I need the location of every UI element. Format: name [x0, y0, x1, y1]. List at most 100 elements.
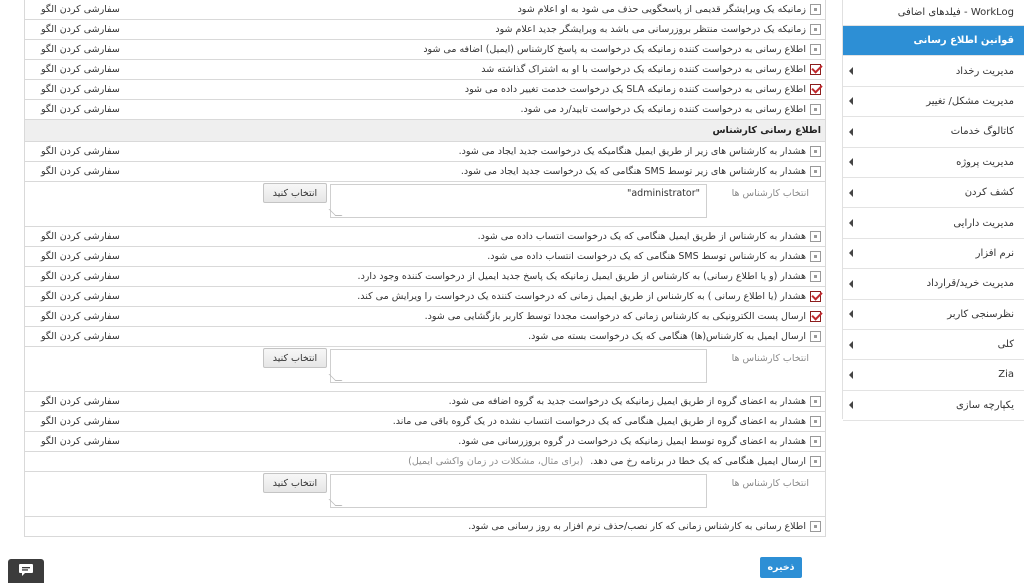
- notification-row: ارسال پست الکترونیکی به کارشناس زمانی که…: [24, 307, 826, 327]
- sidebar-item-label: نظرسنجی کاربر: [947, 308, 1014, 320]
- sidebar-item[interactable]: مدیریت دارایی: [843, 208, 1024, 239]
- checkbox[interactable]: [810, 311, 821, 322]
- checkbox[interactable]: [810, 521, 821, 532]
- sidebar-item-label: مدیریت دارایی: [953, 217, 1014, 229]
- chevron-left-icon: [849, 279, 853, 288]
- chat-button[interactable]: [8, 559, 44, 583]
- checkbox[interactable]: [810, 44, 821, 55]
- resize-grip-icon[interactable]: [328, 209, 343, 216]
- checkbox[interactable]: [810, 436, 821, 447]
- checkbox[interactable]: [810, 231, 821, 242]
- sidebar-item[interactable]: مدیریت رخداد: [843, 56, 1024, 87]
- select-technicians-button[interactable]: انتخاب کنید: [263, 348, 327, 368]
- chevron-left-icon: [849, 127, 853, 136]
- notification-row: اطلاع رسانی به درخواست کننده زمانیکه یک …: [24, 60, 826, 80]
- sidebar-item-label: یکپارچه سازی: [955, 399, 1014, 411]
- technicians-textarea[interactable]: [328, 349, 707, 383]
- notification-row: زمانیکه یک درخواست منتظر بروزرسانی می با…: [24, 20, 826, 40]
- sidebar-item-label: کشف کردن: [964, 187, 1014, 199]
- sidebar-item[interactable]: قوانین اطلاع رسانی: [843, 26, 1024, 57]
- settings-sidebar: WorkLog - فیلدهای اضافی قوانین اطلاع رسا…: [842, 0, 1024, 422]
- sidebar-item-worklog[interactable]: WorkLog - فیلدهای اضافی: [843, 0, 1024, 26]
- notification-label: زمانیکه یک درخواست منتظر بروزرسانی می با…: [495, 24, 806, 35]
- customize-template-link[interactable]: سفارشی کردن الگو: [41, 436, 120, 447]
- customize-template-link[interactable]: سفارشی کردن الگو: [41, 416, 120, 427]
- picker-label: انتخاب کارشناس ها: [731, 478, 809, 489]
- notification-row: هشدار به اعضای گروه از طریق ایمیل زمانیک…: [24, 392, 826, 412]
- notification-label: اطلاع رسانی به درخواست کننده زمانیکه SLA…: [464, 84, 806, 95]
- save-button[interactable]: ذخیره: [760, 557, 802, 578]
- resize-grip-icon[interactable]: [328, 374, 343, 381]
- checkbox[interactable]: [810, 251, 821, 262]
- checkbox[interactable]: [810, 24, 821, 35]
- resize-grip-icon[interactable]: [328, 499, 343, 506]
- checkbox[interactable]: [810, 146, 821, 157]
- checkbox[interactable]: [810, 104, 821, 115]
- technicians-value: "administrator": [626, 188, 700, 199]
- checkbox[interactable]: [810, 396, 821, 407]
- sidebar-item[interactable]: یکپارچه سازی: [843, 390, 1024, 422]
- technicians-textarea[interactable]: [328, 474, 707, 508]
- chevron-left-icon: [849, 97, 853, 106]
- customize-template-link[interactable]: سفارشی کردن الگو: [41, 4, 120, 15]
- notification-label: اطلاع رسانی به کارشناس زمانی که کار نصب/…: [468, 521, 806, 532]
- section-title: اطلاع رسانی کارشناس: [712, 125, 821, 136]
- sidebar-item[interactable]: مدیریت خرید/قرارداد: [843, 269, 1024, 300]
- customize-template-link[interactable]: سفارشی کردن الگو: [41, 311, 120, 322]
- sidebar-item-label: قوانین اطلاع رسانی: [913, 35, 1014, 47]
- sidebar-item[interactable]: Zia: [843, 360, 1024, 391]
- customize-template-link[interactable]: سفارشی کردن الگو: [41, 271, 120, 282]
- sidebar-item[interactable]: مدیریت پروژه: [843, 147, 1024, 178]
- chevron-left-icon: [849, 249, 853, 258]
- sidebar-item-label: مدیریت مشکل/ تغییر: [926, 95, 1014, 107]
- checkbox[interactable]: [810, 166, 821, 177]
- checkbox[interactable]: [810, 64, 821, 75]
- sidebar-item[interactable]: کلی: [843, 329, 1024, 361]
- notification-label: ارسال پست الکترونیکی به کارشناس زمانی که…: [424, 311, 806, 322]
- sidebar-item[interactable]: نظرسنجی کاربر: [843, 299, 1024, 330]
- checkbox[interactable]: [810, 291, 821, 302]
- checkbox[interactable]: [810, 4, 821, 15]
- customize-template-link[interactable]: سفارشی کردن الگو: [41, 166, 120, 177]
- error-notification-text: ارسال ایمیل هنگامی که یک خطا در برنامه ر…: [590, 456, 806, 467]
- sidebar-item[interactable]: کاتالوگ خدمات: [843, 117, 1024, 148]
- notification-row: هشدار به اعضای گروه از طریق ایمیل هنگامی…: [24, 412, 826, 432]
- technician-picker: انتخاب کارشناس ها "administrator" انتخاب…: [24, 182, 826, 227]
- customize-template-link[interactable]: سفارشی کردن الگو: [41, 64, 120, 75]
- customize-template-link[interactable]: سفارشی کردن الگو: [41, 291, 120, 302]
- notification-label: هشدار به کارشناس های زیر توسط SMS هنگامی…: [460, 166, 806, 177]
- sidebar-item-label: مدیریت پروژه: [956, 156, 1014, 168]
- chevron-left-icon: [849, 219, 853, 228]
- customize-template-link[interactable]: سفارشی کردن الگو: [41, 331, 120, 342]
- customize-template-link[interactable]: سفارشی کردن الگو: [41, 104, 120, 115]
- customize-template-link[interactable]: سفارشی کردن الگو: [41, 396, 120, 407]
- sidebar-item[interactable]: نرم افزار: [843, 238, 1024, 270]
- checkbox[interactable]: [810, 456, 821, 467]
- sidebar-item[interactable]: کشف کردن: [843, 177, 1024, 209]
- notification-label: هشدار به کارشناس توسط SMS هنگامی که یک د…: [487, 251, 806, 262]
- select-technicians-button[interactable]: انتخاب کنید: [263, 183, 327, 203]
- select-technicians-button[interactable]: انتخاب کنید: [263, 473, 327, 493]
- notification-row: هشدار به کارشناس های زیر از طریق ایمیل ه…: [24, 142, 826, 162]
- customize-template-link[interactable]: سفارشی کردن الگو: [41, 231, 120, 242]
- requester-notification-rows: زمانیکه یک ویرایشگر قدیمی از پاسخگویی حذ…: [24, 0, 826, 120]
- picker-label: انتخاب کارشناس ها: [731, 188, 809, 199]
- checkbox[interactable]: [810, 271, 821, 282]
- customize-template-link[interactable]: سفارشی کردن الگو: [41, 146, 120, 157]
- sidebar-item-label: Zia: [998, 369, 1014, 381]
- checkbox[interactable]: [810, 84, 821, 95]
- chevron-left-icon: [849, 188, 853, 197]
- customize-template-link[interactable]: سفارشی کردن الگو: [41, 24, 120, 35]
- customize-template-link[interactable]: سفارشی کردن الگو: [41, 84, 120, 95]
- sidebar-item-label: کاتالوگ خدمات: [950, 126, 1014, 138]
- notification-row: هشدار (و یا اطلاع رسانی) به کارشناس از ط…: [24, 267, 826, 287]
- customize-template-link[interactable]: سفارشی کردن الگو: [41, 251, 120, 262]
- chevron-left-icon: [849, 370, 853, 379]
- notification-row: ارسال ایمیل به کارشناس(ها) هنگامی که یک …: [24, 327, 826, 347]
- sidebar-item-label: WorkLog - فیلدهای اضافی: [897, 7, 1014, 18]
- checkbox[interactable]: [810, 331, 821, 342]
- technicians-textarea[interactable]: "administrator": [328, 184, 707, 218]
- sidebar-item[interactable]: مدیریت مشکل/ تغییر: [843, 86, 1024, 118]
- checkbox[interactable]: [810, 416, 821, 427]
- customize-template-link[interactable]: سفارشی کردن الگو: [41, 44, 120, 55]
